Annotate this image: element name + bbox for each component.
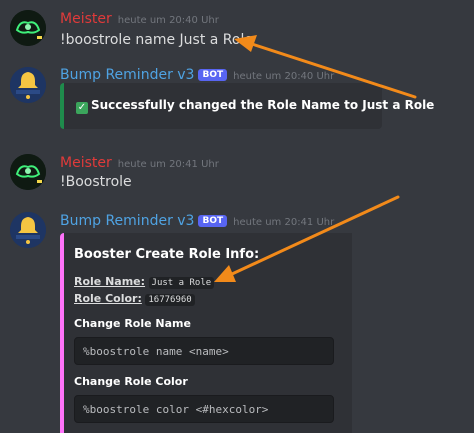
- code-change-color[interactable]: %boostrole color <#hexcolor>: [74, 395, 334, 423]
- neon-logo-icon: [10, 154, 46, 190]
- timestamp: heute um 20:41 Uhr: [233, 217, 335, 228]
- message-content: !boostrole name Just a Role: [60, 32, 253, 48]
- author-name[interactable]: Bump Reminder v3: [60, 213, 194, 229]
- bot-badge: BOT: [198, 69, 228, 81]
- bot-avatar[interactable]: [10, 67, 46, 103]
- check-icon: ✓: [76, 102, 88, 114]
- field-change-name-title: Change Role Name: [74, 317, 191, 330]
- author-name[interactable]: Meister: [60, 11, 112, 27]
- timestamp: heute um 20:40 Uhr: [117, 15, 219, 26]
- role-name-value: Just a Role: [148, 277, 215, 289]
- author-name[interactable]: Bump Reminder v3: [60, 67, 194, 83]
- meister-avatar[interactable]: [10, 10, 46, 46]
- field-change-color-title: Change Role Color: [74, 375, 188, 388]
- bell-icon: [10, 67, 46, 103]
- success-embed: ✓ Successfully changed the Role Name to J…: [60, 83, 434, 129]
- role-name-label: Role Name:: [74, 275, 146, 288]
- message-content: !Boostrole: [60, 174, 132, 190]
- neon-logo-icon: [10, 10, 46, 46]
- bot-avatar[interactable]: [10, 212, 46, 248]
- timestamp: heute um 20:40 Uhr: [233, 71, 335, 82]
- role-info-embed: Booster Create Role Info: Role Name: Jus…: [60, 233, 352, 433]
- author-name[interactable]: Meister: [60, 155, 112, 171]
- embed-text: Successfully changed the Role Name to Ju…: [91, 98, 435, 112]
- bot-badge: BOT: [198, 215, 228, 227]
- code-change-name[interactable]: %boostrole name <name>: [74, 337, 334, 365]
- role-name-line: Role Name: Just a Role: [74, 275, 215, 289]
- role-color-label: Role Color:: [74, 292, 142, 305]
- meister-avatar[interactable]: [10, 154, 46, 190]
- bell-icon: [10, 212, 46, 248]
- role-color-value: 16776960: [145, 294, 195, 306]
- role-color-line: Role Color: 16776960: [74, 292, 195, 306]
- embed-title: Booster Create Role Info:: [74, 247, 260, 262]
- timestamp: heute um 20:41 Uhr: [117, 159, 219, 170]
